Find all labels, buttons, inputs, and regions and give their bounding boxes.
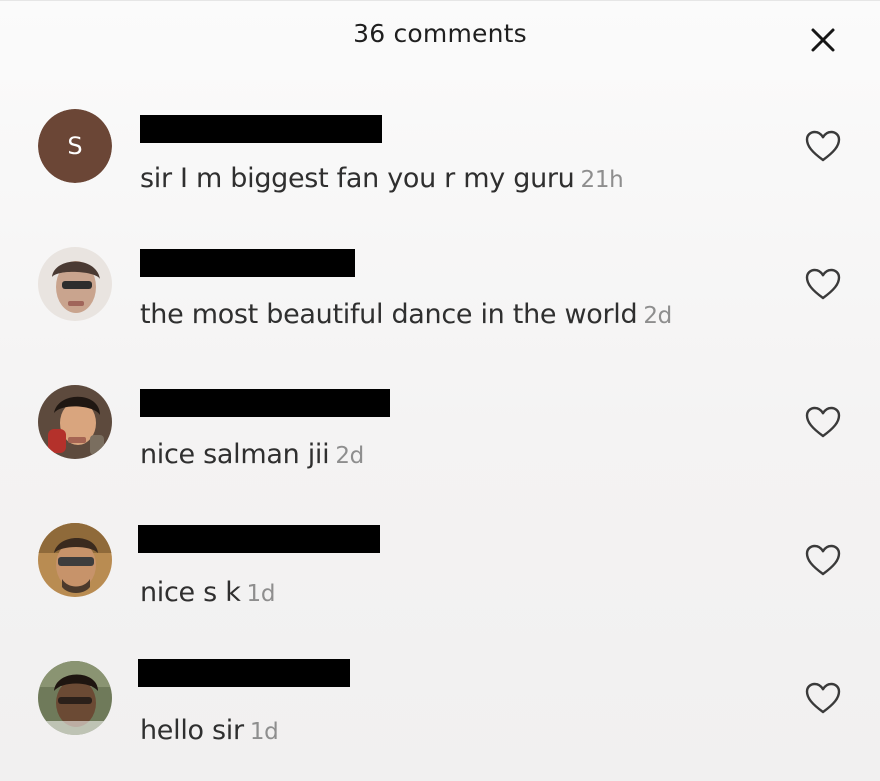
like-button[interactable]: [804, 543, 842, 577]
comment-timestamp: 21h: [580, 167, 624, 193]
comment-text: the most beautiful dance in the world 2d: [140, 299, 672, 330]
username-redacted: [140, 249, 355, 277]
comment-item: nice salman jii 2d: [0, 377, 880, 497]
heart-outline-icon: [805, 544, 841, 576]
comment-timestamp: 2d: [643, 303, 672, 329]
comment-item: nice s k 1d: [0, 515, 880, 635]
username-redacted: [138, 659, 350, 687]
username-redacted: [138, 525, 380, 553]
comments-count-title: 36 comments: [353, 19, 527, 48]
comment-text: nice s k 1d: [140, 577, 275, 608]
comments-header: 36 comments: [0, 1, 880, 77]
comment-body: nice salman jii: [140, 439, 330, 470]
comment-body: sir I m biggest fan you r my guru: [140, 163, 575, 194]
comment-timestamp: 1d: [246, 581, 276, 607]
heart-outline-icon: [805, 406, 841, 438]
comment-text: sir I m biggest fan you r my guru 21h: [140, 163, 624, 194]
comment-timestamp: 1d: [249, 719, 279, 745]
avatar[interactable]: [38, 247, 112, 321]
comments-sheet: 36 comments S sir I m biggest fan you r …: [0, 0, 880, 781]
avatar-photo: [38, 385, 112, 459]
like-button[interactable]: [804, 405, 842, 439]
like-button[interactable]: [804, 129, 842, 163]
comment-item: hello sir 1d: [0, 653, 880, 773]
like-button[interactable]: [804, 267, 842, 301]
avatar[interactable]: [38, 385, 112, 459]
heart-outline-icon: [805, 268, 841, 300]
comment-text: hello sir 1d: [140, 715, 279, 746]
heart-outline-icon: [805, 682, 841, 714]
avatar-photo: [38, 523, 112, 597]
comment-body: nice s k: [140, 577, 241, 608]
close-icon: [811, 28, 835, 52]
avatar-photo: [38, 247, 112, 321]
close-button[interactable]: [806, 23, 840, 57]
username-redacted: [140, 389, 390, 417]
heart-outline-icon: [805, 130, 841, 162]
comment-text: nice salman jii 2d: [140, 439, 364, 470]
avatar-photo: [38, 661, 112, 735]
comment-timestamp: 2d: [335, 443, 364, 469]
comment-item: the most beautiful dance in the world 2d: [0, 239, 880, 359]
avatar[interactable]: [38, 523, 112, 597]
like-button[interactable]: [804, 681, 842, 715]
comment-item: S sir I m biggest fan you r my guru 21h: [0, 101, 880, 221]
comment-body: hello sir: [140, 715, 244, 746]
avatar[interactable]: S: [38, 109, 112, 183]
avatar-initial: S: [38, 109, 112, 183]
username-redacted: [140, 115, 382, 143]
comment-body: the most beautiful dance in the world: [140, 299, 638, 330]
avatar[interactable]: [38, 661, 112, 735]
